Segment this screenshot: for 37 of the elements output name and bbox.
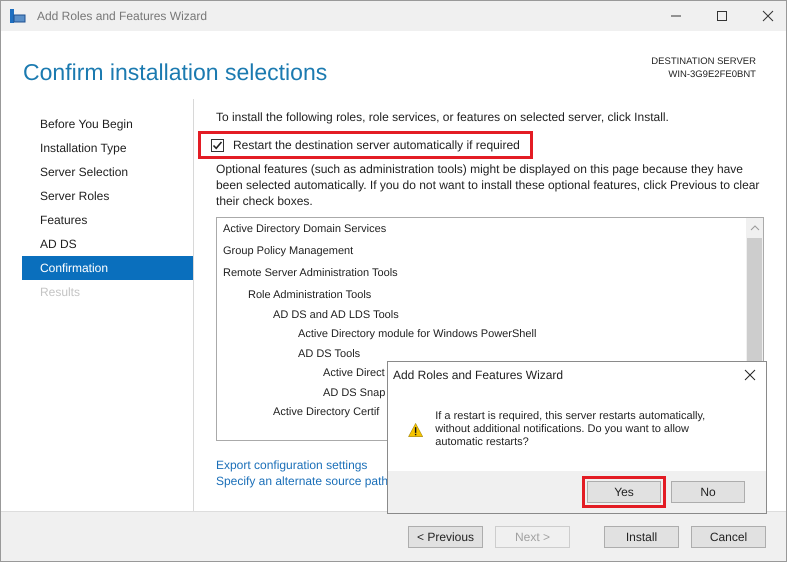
sidebar-item[interactable]: AD DS bbox=[22, 232, 193, 256]
note-text: Optional features (such as administration tools) might be displayed on this page because they have been selected automatically. If you do not want to install these optional features, click Previous to clear their check boxes. bbox=[216, 161, 760, 209]
sidebar-item[interactable]: Confirmation bbox=[22, 256, 193, 280]
dialog-message: If a restart is required, this server restarts automatically, without additional notifications. Do you want to allow automatic restarts? bbox=[435, 410, 706, 449]
sidebar-item[interactable]: Server Roles bbox=[22, 184, 193, 208]
checkbox[interactable] bbox=[211, 138, 224, 152]
sidebar-item[interactable]: Before You Begin bbox=[22, 112, 193, 136]
feature-item: Active Directory module for Windows PowerShell bbox=[297, 327, 536, 342]
wizard-button[interactable]: Install bbox=[604, 526, 679, 548]
feature-item: AD DS Tools bbox=[297, 346, 360, 362]
feature-item: Active Directory Domain Services bbox=[222, 222, 386, 237]
page-title: Confirm installation selections bbox=[23, 59, 328, 86]
wizard-button[interactable]: < Previous bbox=[408, 526, 483, 548]
checkbox-label: Restart the destination server automatically if required bbox=[233, 138, 520, 152]
wizard-button[interactable]: Cancel bbox=[691, 526, 766, 548]
feature-item: AD DS Snap bbox=[322, 386, 386, 400]
link[interactable]: Specify an alternate source path bbox=[216, 473, 388, 489]
dialog-button[interactable]: No bbox=[671, 481, 745, 503]
link[interactable]: Export configuration settings bbox=[216, 457, 368, 473]
destination-server-label: DESTINATION SERVER bbox=[651, 55, 756, 68]
dialog-title: Add Roles and Features Wizard bbox=[393, 368, 564, 382]
intro-text: To install the following roles, role services, or features on selected server, click Install. bbox=[216, 109, 670, 125]
server-name: WIN-3G9E2FE0BNT bbox=[668, 68, 756, 81]
feature-item: Role Administration Tools bbox=[247, 288, 372, 303]
sidebar-item[interactable]: Server Selection bbox=[22, 160, 193, 184]
sidebar-item[interactable]: Installation Type bbox=[22, 136, 193, 160]
maximize-icon[interactable] bbox=[716, 10, 728, 22]
feature-item: Active Directory Certif bbox=[272, 405, 380, 420]
feature-item: AD DS and AD LDS Tools bbox=[272, 308, 399, 322]
sidebar-item[interactable]: Features bbox=[22, 208, 193, 232]
feature-item: Group Policy Management bbox=[222, 244, 354, 259]
close-icon[interactable] bbox=[762, 10, 774, 22]
window-title: Add Roles and Features Wizard bbox=[37, 9, 208, 23]
feature-item: Active Direct bbox=[322, 366, 385, 381]
close-icon[interactable] bbox=[744, 369, 756, 381]
dialog-button[interactable]: Yes bbox=[587, 481, 661, 503]
feature-item: Remote Server Administration Tools bbox=[222, 266, 398, 281]
